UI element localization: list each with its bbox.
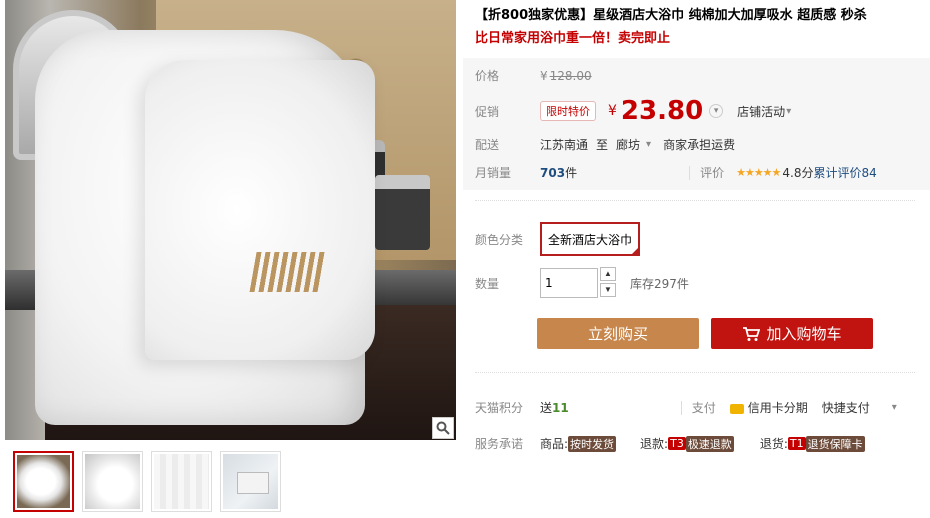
thumbnail-3[interactable] bbox=[151, 451, 212, 512]
quantity-stepper: ▲ ▼ bbox=[600, 267, 616, 299]
quick-pay-option[interactable]: 快捷支付 bbox=[822, 399, 870, 416]
quantity-decrease-button[interactable]: ▼ bbox=[600, 283, 616, 297]
sku-row: 颜色分类 全新酒店大浴巾 bbox=[475, 222, 641, 256]
review-count-link[interactable]: 累计评价84 bbox=[814, 164, 877, 181]
original-price: 128.00 bbox=[549, 68, 592, 83]
divider bbox=[475, 200, 915, 201]
divider bbox=[680, 400, 682, 415]
quantity-label: 数量 bbox=[475, 276, 500, 291]
review-label: 评价 bbox=[700, 166, 725, 180]
thumbnail-strip bbox=[13, 451, 281, 512]
title-line-1: 【折800独家优惠】星级酒店大浴巾 纯棉加大加厚吸水 超质感 秒杀 bbox=[475, 8, 867, 23]
goods-prefix: 商品: bbox=[540, 437, 569, 451]
product-title: 【折800独家优惠】星级酒店大浴巾 纯棉加大加厚吸水 超质感 秒杀 比日常家用浴… bbox=[475, 4, 925, 50]
sales-count: 703 bbox=[540, 165, 566, 180]
rating-stars: ★★★★★ bbox=[736, 166, 781, 179]
sales-unit: 件 bbox=[565, 166, 578, 180]
price-row: 价格 ¥ 128.00 bbox=[475, 67, 592, 84]
quantity-increase-button[interactable]: ▲ bbox=[600, 267, 616, 281]
goods-tag[interactable]: 按时发货 bbox=[568, 435, 617, 452]
promo-price: 23.80 bbox=[620, 96, 704, 126]
title-line-2: 比日常家用浴巾重一倍！卖完即止 bbox=[475, 31, 671, 46]
store-activity-link[interactable]: 店铺活动 bbox=[737, 103, 785, 120]
chevron-down-icon[interactable]: ▾ bbox=[786, 106, 791, 117]
buy-now-label: 立刻购买 bbox=[587, 325, 648, 343]
price-currency: ¥ bbox=[540, 68, 548, 83]
chevron-down-icon[interactable]: ▾ bbox=[892, 402, 897, 413]
thumbnail-4[interactable] bbox=[220, 451, 281, 512]
shipping-row: 配送 江苏南通 至 廊坊 ▾ 商家承担运费 bbox=[475, 136, 735, 153]
points-prefix: 送 bbox=[540, 401, 553, 415]
pay-label: 支付 bbox=[691, 401, 716, 415]
buy-now-button[interactable]: 立刻购买 bbox=[537, 318, 699, 349]
sales-label: 月销量 bbox=[475, 166, 512, 180]
points-value: 11 bbox=[552, 400, 569, 415]
add-to-cart-button[interactable]: 加入购物车 bbox=[711, 318, 873, 349]
thumbnail-1[interactable] bbox=[13, 451, 74, 512]
towel-logo-embroidery bbox=[249, 252, 327, 292]
ship-to-select[interactable]: 廊坊 bbox=[616, 136, 640, 153]
return-tag[interactable]: 退货保障卡 bbox=[805, 435, 865, 452]
credit-card-label: 信用卡分期 bbox=[747, 401, 808, 415]
divider bbox=[689, 165, 691, 180]
points-label: 天猫积分 bbox=[475, 401, 524, 415]
rating-score: 4.8分 bbox=[782, 166, 814, 180]
promo-label: 促销 bbox=[475, 104, 500, 119]
credit-card-icon bbox=[729, 403, 744, 414]
shipping-label: 配送 bbox=[475, 138, 500, 152]
promo-badge: 限时特价 bbox=[540, 101, 596, 121]
zoom-icon[interactable] bbox=[432, 417, 454, 439]
cup-holder bbox=[375, 175, 430, 250]
thumbnail-2[interactable] bbox=[82, 451, 143, 512]
main-product-image bbox=[5, 0, 456, 440]
divider bbox=[475, 372, 915, 373]
service-label: 服务承诺 bbox=[475, 437, 524, 451]
ship-to-word: 至 bbox=[596, 138, 609, 152]
price-label: 价格 bbox=[475, 69, 500, 83]
sku-option-selected[interactable]: 全新酒店大浴巾 bbox=[540, 222, 641, 256]
quantity-row: 数量 ▲ ▼ 库存297件 bbox=[475, 267, 689, 299]
credit-card-option[interactable]: 信用卡分期 bbox=[729, 399, 808, 416]
cart-icon bbox=[743, 326, 761, 341]
stock-text: 库存297件 bbox=[630, 276, 689, 291]
ship-from: 江苏南通 bbox=[540, 138, 589, 152]
promo-currency: ¥ bbox=[608, 103, 617, 119]
service-row: 服务承诺 商品: 按时发货 退款: T3 极速退款 退货: T1 退货保障卡 bbox=[475, 435, 865, 452]
chevron-down-icon[interactable]: ▾ bbox=[646, 139, 651, 150]
return-code: T1 bbox=[787, 437, 806, 450]
quantity-input[interactable] bbox=[540, 268, 598, 298]
magnifier-icon bbox=[436, 421, 450, 435]
add-cart-label: 加入购物车 bbox=[766, 325, 842, 343]
promo-row: 促销 限时特价 ¥ 23.80 ▾ 店铺活动 ▾ bbox=[475, 96, 791, 126]
refund-code: T3 bbox=[668, 437, 686, 450]
refund-tag[interactable]: 极速退款 bbox=[685, 435, 734, 452]
shipping-fee: 商家承担运费 bbox=[663, 138, 736, 152]
sales-row: 月销量 703 件 评价 ★★★★★ 4.8分 累计评价84 bbox=[475, 164, 877, 181]
sku-label: 颜色分类 bbox=[475, 232, 524, 247]
refund-prefix: 退款: bbox=[640, 437, 669, 451]
chevron-down-icon[interactable]: ▾ bbox=[709, 104, 724, 118]
return-prefix: 退货: bbox=[759, 437, 788, 451]
towel-fold bbox=[145, 60, 375, 360]
points-row: 天猫积分 送 11 支付 信用卡分期 快捷支付 ▾ bbox=[475, 399, 897, 416]
